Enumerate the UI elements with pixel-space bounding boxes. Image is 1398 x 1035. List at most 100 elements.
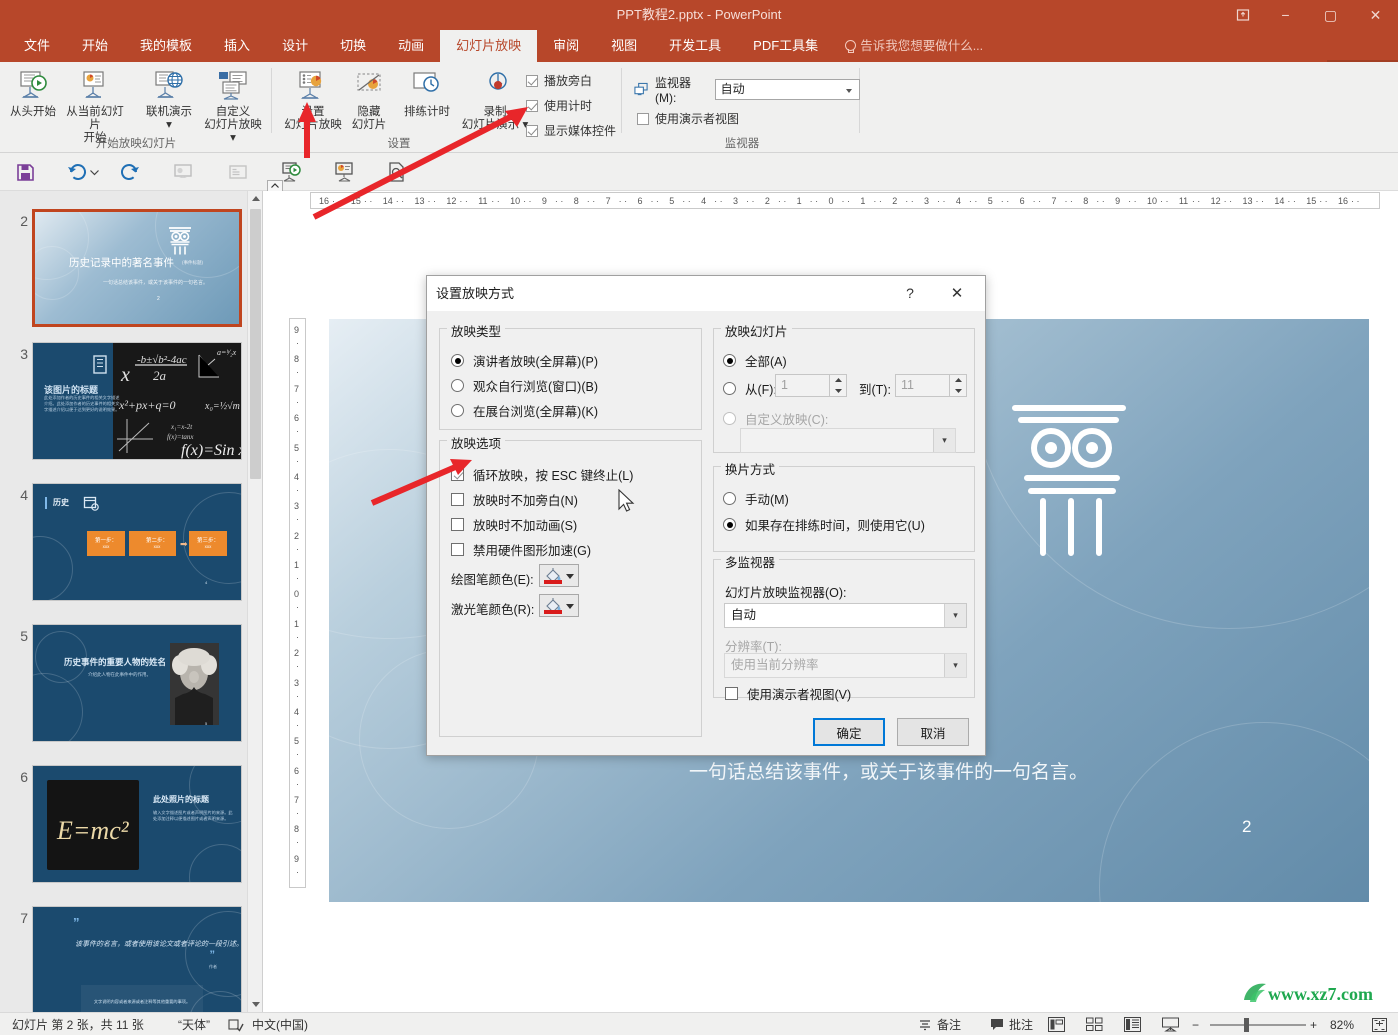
tab-design[interactable]: 设计 xyxy=(266,30,324,62)
thumbnail-preview[interactable]: x -b±√b²-4ac 2a a=ᵇ⁄₂x x²+px+q=0 x₀=½√m … xyxy=(32,342,242,460)
pen-color-picker[interactable] xyxy=(539,564,579,587)
radio-custom-show[interactable]: 自定义放映(C): xyxy=(723,409,828,428)
checkbox-show-without-narration[interactable]: 放映时不加旁白(N) xyxy=(451,490,578,509)
combobox-resolution[interactable]: 使用当前分辨率 ▾ xyxy=(724,653,967,678)
undo-dropdown-icon[interactable] xyxy=(88,159,100,185)
thumbnail-preview[interactable]: ” 该事件的名言，或者使用该论文或者评论的一段引述。 ” 作者 文字说明内容或者… xyxy=(32,906,242,1012)
combobox-slideshow-monitor[interactable]: 自动 ▾ xyxy=(724,603,967,628)
cancel-button[interactable]: 取消 xyxy=(897,718,969,746)
checkbox-play-narrations[interactable]: 播放旁白 xyxy=(526,72,592,89)
checkbox-show-media-controls[interactable]: 显示媒体控件 xyxy=(526,122,616,139)
notes-button[interactable]: 备注 xyxy=(918,1013,961,1035)
view-reading-button[interactable] xyxy=(1124,1013,1141,1035)
slide-thumbnail-pane[interactable]: 2 历史记录中的著名事件 (事件标题) 一句话总结该事件，或关于该事件的一句名言… xyxy=(0,191,263,1012)
zoom-out-button[interactable]: − xyxy=(1192,1013,1199,1035)
ribbon-display-options-icon[interactable] xyxy=(1223,0,1263,30)
spinner-up-icon[interactable] xyxy=(950,375,967,386)
zoom-slider-track[interactable] xyxy=(1210,1024,1306,1026)
redo-icon[interactable] xyxy=(117,159,143,185)
button-custom-slideshow[interactable]: 自定义 幻灯片放映 ▾ xyxy=(202,66,264,145)
checkbox-disable-hw-accel[interactable]: 禁用硬件图形加速(G) xyxy=(451,540,591,559)
chevron-down-icon[interactable] xyxy=(566,574,574,579)
button-present-online[interactable]: 联机演示 ▾ xyxy=(138,66,200,132)
scrollbar-thumb[interactable] xyxy=(250,209,261,479)
spinner-down-icon[interactable] xyxy=(950,386,967,397)
minimize-button[interactable]: − xyxy=(1263,0,1308,30)
slideshow-icon[interactable] xyxy=(331,159,357,185)
ok-button[interactable]: 确定 xyxy=(813,718,885,746)
chevron-down-icon[interactable] xyxy=(566,604,574,609)
close-button[interactable]: ✕ xyxy=(1353,0,1398,30)
slide-subtitle[interactable]: 一句话总结该事件，或关于该事件的一句名言。 xyxy=(689,757,1088,784)
new-slide-icon[interactable] xyxy=(225,159,251,185)
chevron-down-icon[interactable]: ▾ xyxy=(944,654,966,677)
radio-browsed-by-individual[interactable]: 观众自行浏览(窗口)(B) xyxy=(451,376,598,395)
zoom-slider-knob[interactable] xyxy=(1244,1018,1249,1032)
tab-slideshow[interactable]: 幻灯片放映 xyxy=(440,30,538,62)
undo-icon[interactable] xyxy=(64,159,90,185)
close-icon[interactable]: ✕ xyxy=(937,276,977,311)
checkbox-use-timings[interactable]: 使用计时 xyxy=(526,97,592,114)
radio-use-timings[interactable]: 如果存在排练时间，则使用它(U) xyxy=(723,515,925,534)
setup-show-dialog[interactable]: 设置放映方式 ? ✕ 放映类型 演讲者放映(全屏幕)(P) 观众自行浏览(窗口)… xyxy=(426,275,986,756)
laser-color-picker[interactable] xyxy=(539,594,579,617)
chevron-down-icon[interactable]: ▾ xyxy=(933,429,955,452)
button-from-current-slide[interactable]: 从当前幻灯片 开始 xyxy=(64,66,126,145)
tab-file[interactable]: 文件 xyxy=(8,30,66,62)
tab-pdf-tools[interactable]: PDF工具集 xyxy=(737,30,834,62)
button-record-slideshow[interactable]: 录制 幻灯片演示 ▾ xyxy=(456,66,534,132)
checkbox-loop-until-esc[interactable]: 循环放映，按 ESC 键终止(L) xyxy=(451,465,633,484)
tab-review[interactable]: 审阅 xyxy=(537,30,595,62)
tab-transitions[interactable]: 切换 xyxy=(324,30,382,62)
language-indicator[interactable]: 中文(中国) xyxy=(252,1013,308,1035)
save-icon[interactable] xyxy=(12,159,38,185)
tell-me-search[interactable]: 告诉我您想要做什么... xyxy=(834,30,999,62)
checkbox-use-presenter-view-ribbon[interactable]: 使用演示者视图 xyxy=(637,110,739,127)
checkbox-show-without-animation[interactable]: 放映时不加动画(S) xyxy=(451,515,577,534)
radio-browsed-at-kiosk[interactable]: 在展台浏览(全屏幕)(K) xyxy=(451,401,598,420)
spellcheck-icon[interactable] xyxy=(228,1013,244,1035)
tab-view[interactable]: 视图 xyxy=(595,30,653,62)
zoom-level-label[interactable]: 82% xyxy=(1330,1013,1354,1035)
tab-my-templates[interactable]: 我的模板 xyxy=(124,30,208,62)
thumbnail-pane-scrollbar[interactable] xyxy=(247,191,262,1012)
tab-home[interactable]: 开始 xyxy=(66,30,124,62)
print-preview-icon[interactable] xyxy=(384,159,410,185)
view-slideshow-button[interactable] xyxy=(1162,1013,1179,1035)
spinner-up-icon[interactable] xyxy=(830,375,847,386)
tab-animations[interactable]: 动画 xyxy=(382,30,440,62)
scroll-down-icon[interactable] xyxy=(248,996,262,1012)
comments-button[interactable]: 批注 xyxy=(990,1013,1033,1035)
button-setup-slideshow[interactable]: 设置 幻灯片放映 xyxy=(282,66,344,132)
view-slide-sorter-button[interactable] xyxy=(1086,1013,1103,1035)
maximize-button[interactable]: ▢ xyxy=(1308,0,1353,30)
combobox-custom-show[interactable]: ▾ xyxy=(740,428,956,453)
chevron-down-icon[interactable]: ▾ xyxy=(944,604,966,627)
radio-presented-by-speaker[interactable]: 演讲者放映(全屏幕)(P) xyxy=(451,351,598,370)
spinner-arrows[interactable] xyxy=(829,375,846,396)
slide-position-indicator[interactable]: 幻灯片 第 2 张，共 11 张 xyxy=(12,1013,144,1035)
thumbnail-preview[interactable]: 历史记录中的著名事件 (事件标题) 一句话总结该事件，或关于该事件的一句名言。 … xyxy=(32,209,242,327)
spinner-to-slide[interactable]: 11 xyxy=(895,374,967,397)
fit-slide-icon[interactable] xyxy=(1372,1013,1387,1035)
monitor-combobox[interactable]: 自动 xyxy=(714,79,860,100)
thumbnail-preview[interactable]: 历史事件的重要人物的姓名 介绍此人物在此事件中的作用。 5 xyxy=(32,624,242,742)
radio-slide-range[interactable]: 从(F): xyxy=(723,379,777,398)
button-hide-slide[interactable]: 隐藏 幻灯片 xyxy=(338,66,400,132)
spinner-from-slide[interactable]: 1 xyxy=(775,374,847,397)
checkbox-use-presenter-view-dialog[interactable]: 使用演示者视图(V) xyxy=(725,684,851,703)
radio-all-slides[interactable]: 全部(A) xyxy=(723,351,787,370)
thumbnail-preview[interactable]: 历史 第一步： xxx ➡ 第二步： xxx ➡ 第三步： xxx 4 xyxy=(32,483,242,601)
help-icon[interactable]: ? xyxy=(893,276,927,311)
tab-developer[interactable]: 开发工具 xyxy=(653,30,737,62)
spinner-down-icon[interactable] xyxy=(830,386,847,397)
scroll-up-icon[interactable] xyxy=(248,191,262,207)
spinner-arrows[interactable] xyxy=(949,375,966,396)
radio-advance-manually[interactable]: 手动(M) xyxy=(723,489,789,508)
button-from-beginning[interactable]: 从头开始 xyxy=(2,66,64,119)
button-rehearse-timings[interactable]: 排练计时 xyxy=(396,66,458,119)
thumbnail-preview[interactable]: E=mc² 此处照片的标题 输入文字描述图片或者声明图片的来源。此处添加注释以便… xyxy=(32,765,242,883)
theme-indicator[interactable]: “天体” xyxy=(178,1013,210,1035)
view-normal-button[interactable] xyxy=(1048,1013,1065,1035)
zoom-in-button[interactable]: + xyxy=(1310,1013,1317,1035)
